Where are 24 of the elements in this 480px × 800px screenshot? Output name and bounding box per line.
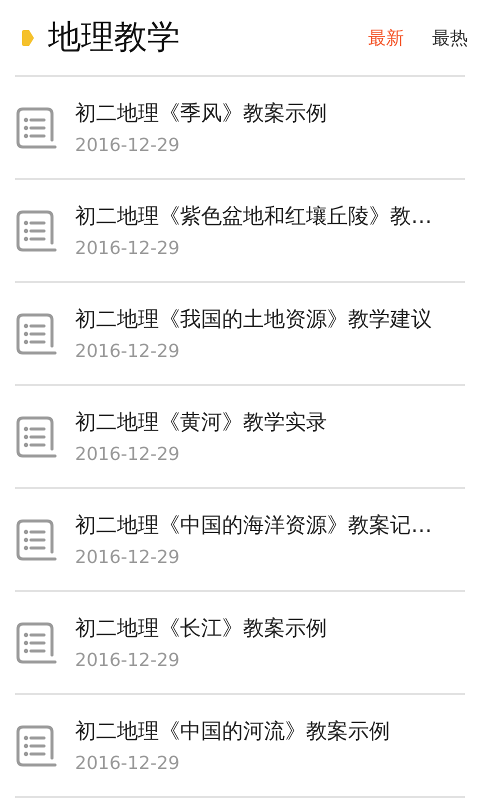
article-date: 2016-12-29 bbox=[75, 135, 181, 156]
list-document-icon bbox=[15, 518, 57, 562]
article-date: 2016-12-29 bbox=[75, 238, 181, 259]
list-document-icon bbox=[15, 312, 57, 356]
article-title[interactable]: 初二地理《黄河》教学实录 bbox=[75, 408, 327, 436]
article-date: 2016-12-29 bbox=[75, 650, 181, 671]
tag-icon bbox=[22, 30, 34, 46]
article-date: 2016-12-29 bbox=[75, 341, 181, 362]
article-date: 2016-12-29 bbox=[75, 547, 181, 568]
article-title[interactable]: 初二地理《长江》教案示例 bbox=[75, 614, 327, 642]
list-document-icon bbox=[15, 620, 57, 664]
list-document-icon bbox=[15, 414, 57, 458]
article-title[interactable]: 初二地理《季风》教案示例 bbox=[75, 99, 327, 127]
list-document-icon bbox=[15, 106, 57, 150]
article-date: 2016-12-29 bbox=[75, 753, 181, 774]
list-document-icon bbox=[15, 724, 57, 768]
list-document-icon bbox=[15, 208, 57, 252]
article-date: 2016-12-29 bbox=[75, 444, 181, 465]
article-title[interactable]: 初二地理《中国的河流》教案示例 bbox=[75, 717, 390, 745]
article-title[interactable]: 初二地理《紫色盆地和红壤丘陵》教… bbox=[75, 202, 432, 230]
article-title[interactable]: 初二地理《中国的海洋资源》教案记… bbox=[75, 511, 432, 539]
article-title[interactable]: 初二地理《我国的土地资源》教学建议 bbox=[75, 305, 432, 333]
page-title: 地理教学 bbox=[48, 16, 181, 58]
sort-tab[interactable]: 最热 bbox=[432, 26, 468, 50]
